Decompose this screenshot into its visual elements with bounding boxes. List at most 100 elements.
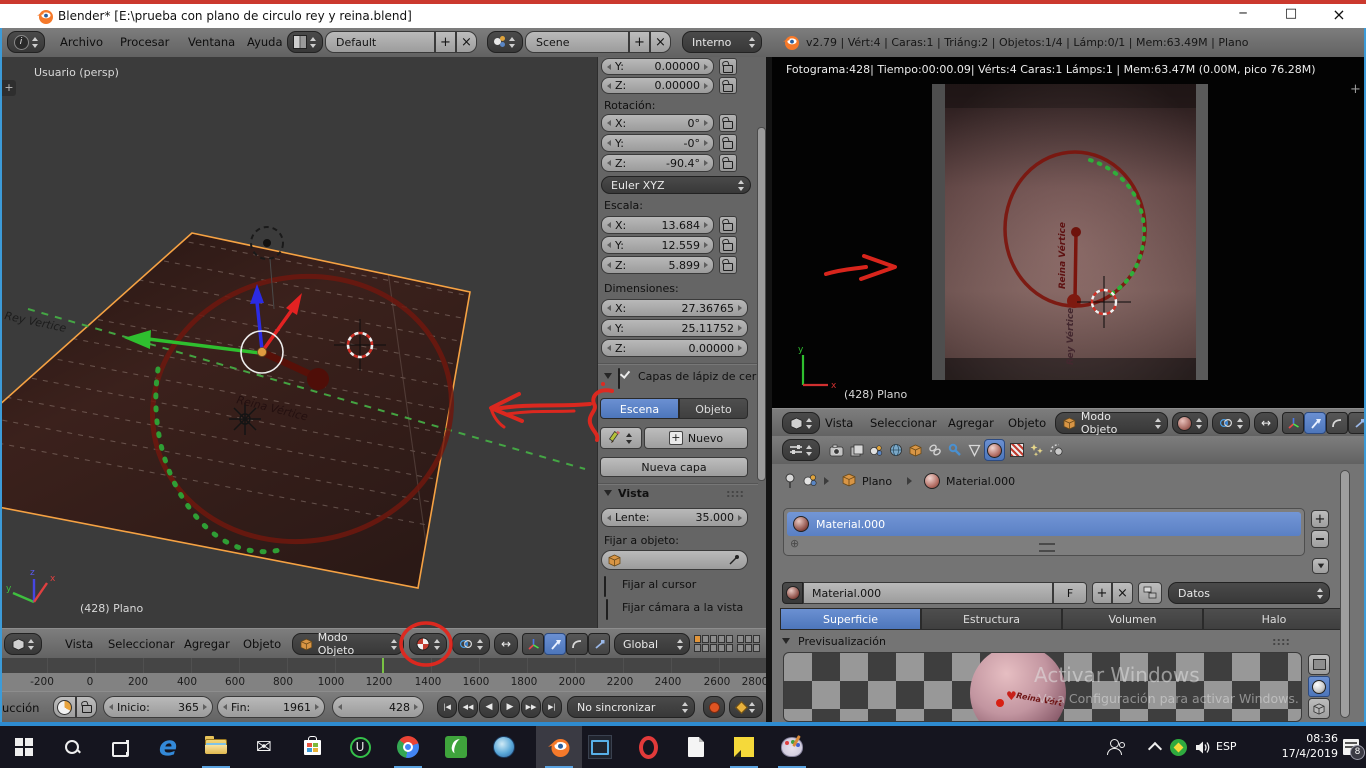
manipulator-axis-button[interactable] (1282, 412, 1304, 434)
store-button[interactable] (297, 732, 327, 762)
editor-type-button[interactable] (782, 412, 820, 434)
timeline-menu-partial[interactable]: ucción (2, 701, 39, 715)
mode-select[interactable]: Modo Objeto (1055, 412, 1168, 434)
manipulator-rotate-button[interactable] (566, 633, 588, 655)
lock-icon[interactable] (719, 236, 737, 254)
viewport-shading-select[interactable] (409, 633, 447, 655)
slot-remove-button[interactable] (1311, 530, 1329, 548)
rotation-mode-select[interactable]: Euler XYZ (601, 176, 751, 194)
manipulator-translate-button[interactable] (1304, 412, 1326, 434)
menu-vista[interactable]: Vista (825, 416, 853, 430)
people-tray-button[interactable] (1100, 732, 1130, 762)
time-cursor-button[interactable] (53, 696, 76, 718)
pivot-point-select[interactable] (452, 633, 490, 655)
preview-sphere-button[interactable] (1308, 676, 1330, 697)
manipulator-translate-button[interactable] (544, 633, 566, 655)
rotation-x-field[interactable]: X:0° (601, 114, 714, 132)
material-add-button[interactable]: + (1092, 582, 1112, 604)
pivot-point-select[interactable] (1212, 412, 1250, 434)
manipulator-toggle-button[interactable]: ↔ (494, 633, 518, 655)
tab-volumen[interactable]: Volumen (1062, 608, 1203, 630)
grease-tab-objeto[interactable]: Objeto (679, 398, 748, 419)
breadcrumb-material[interactable]: Material.000 (946, 475, 1015, 488)
tab-halo[interactable]: Halo (1203, 608, 1345, 630)
current-frame-field[interactable]: 428 (332, 696, 424, 718)
manipulator-rotate-button[interactable] (1326, 412, 1348, 434)
minimize-button[interactable]: ─ (1223, 6, 1263, 20)
lock-to-cursor-checkbox[interactable] (604, 576, 606, 597)
preview-cube-button[interactable] (1308, 698, 1330, 719)
grease-panel-collapse-icon[interactable] (604, 373, 612, 379)
tab-physics[interactable] (1047, 440, 1066, 460)
preview-flat-button[interactable] (1308, 654, 1330, 675)
file-explorer-button[interactable] (201, 732, 231, 762)
region-expand-handle[interactable]: + (2, 80, 16, 96)
panel-drag-grip[interactable] (1272, 638, 1290, 645)
breadcrumb-object[interactable]: Plano (862, 475, 892, 488)
menu-seleccionar[interactable]: Seleccionar (108, 637, 175, 651)
lock-frame-button[interactable] (76, 696, 97, 718)
prev-keyframe-button[interactable]: ◀◀ (458, 696, 478, 718)
iobit-button[interactable]: U (345, 732, 375, 762)
scene-browse-button[interactable] (487, 31, 523, 53)
tab-texture[interactable] (1007, 440, 1026, 460)
menu-procesar[interactable]: Procesar (120, 35, 169, 49)
menu-ventana[interactable]: Ventana (188, 35, 235, 49)
tab-material[interactable] (984, 439, 1005, 461)
paint-button[interactable] (777, 732, 807, 762)
lock-icon[interactable] (719, 114, 737, 132)
opera-button[interactable] (633, 732, 663, 762)
lock-object-picker-field[interactable] (601, 550, 748, 570)
tab-superficie[interactable]: Superficie (780, 608, 921, 630)
language-indicator[interactable]: ESP (1216, 740, 1237, 753)
scene-breadcrumb-icon[interactable] (802, 473, 818, 488)
mode-select[interactable]: Modo Objeto (292, 633, 404, 655)
tab-modifiers[interactable] (945, 440, 964, 460)
menu-archivo[interactable]: Archivo (60, 35, 103, 49)
lock-icon[interactable] (719, 134, 737, 152)
menu-seleccionar[interactable]: Seleccionar (870, 416, 937, 430)
dim-y-field[interactable]: Y:25.11752 (601, 319, 748, 337)
lock-icon[interactable] (719, 77, 737, 94)
frame-end-field[interactable]: Fin:1961 (217, 696, 325, 718)
material-unlink-button[interactable]: × (1112, 582, 1133, 604)
rotation-y-field[interactable]: Y:-0° (601, 134, 714, 152)
lens-field[interactable]: Lente:35.000 (601, 508, 748, 527)
link-data-select[interactable]: Datos (1168, 582, 1330, 604)
lock-icon[interactable] (719, 58, 737, 75)
sphere-app-button[interactable] (489, 732, 519, 762)
next-keyframe-button[interactable]: ▶▶ (521, 696, 541, 718)
tab-world[interactable] (886, 440, 905, 460)
menu-agregar[interactable]: Agregar (184, 637, 230, 651)
region-expand-handle[interactable]: + (1350, 82, 1361, 97)
lock-camera-checkbox[interactable] (606, 599, 608, 620)
menu-vista[interactable]: Vista (65, 637, 93, 651)
scale-y-field[interactable]: Y:12.559 (601, 236, 714, 254)
search-button[interactable] (57, 732, 87, 762)
rotation-z-field[interactable]: Z:-90.4° (601, 154, 714, 172)
grease-new-layer-button[interactable]: Nueva capa (600, 457, 748, 477)
pin-icon[interactable] (782, 472, 798, 490)
properties-scrollbar[interactable] (1340, 470, 1350, 718)
grease-tab-escena[interactable]: Escena (600, 398, 679, 419)
close-button[interactable]: × (1319, 5, 1359, 24)
tab-estructura[interactable]: Estructura (921, 608, 1062, 630)
viewport-shading-select[interactable] (1172, 412, 1208, 434)
clock[interactable]: 08:36 17/4/2019 (1252, 731, 1338, 761)
maximize-button[interactable]: □ (1271, 6, 1311, 21)
screen-layout-name-field[interactable]: Default (325, 31, 435, 53)
tab-data[interactable] (965, 440, 984, 460)
notifications-button[interactable]: 8 (1336, 732, 1366, 762)
tab-constraints[interactable] (925, 440, 944, 460)
blender-active-tile[interactable] (536, 726, 582, 768)
manipulator-toggle-button[interactable]: ↔ (1254, 412, 1278, 434)
vista-panel-collapse-icon[interactable] (604, 490, 612, 496)
menu-objeto[interactable]: Objeto (1008, 416, 1046, 430)
draw-app-button[interactable] (441, 732, 471, 762)
jump-end-button[interactable]: ▶| (542, 696, 562, 718)
task-view-button[interactable] (105, 732, 135, 762)
scene-delete-button[interactable]: × (650, 31, 671, 53)
layout-add-button[interactable]: + (435, 31, 456, 53)
dim-x-field[interactable]: X:27.36765 (601, 299, 748, 317)
scene-add-button[interactable]: + (629, 31, 650, 53)
